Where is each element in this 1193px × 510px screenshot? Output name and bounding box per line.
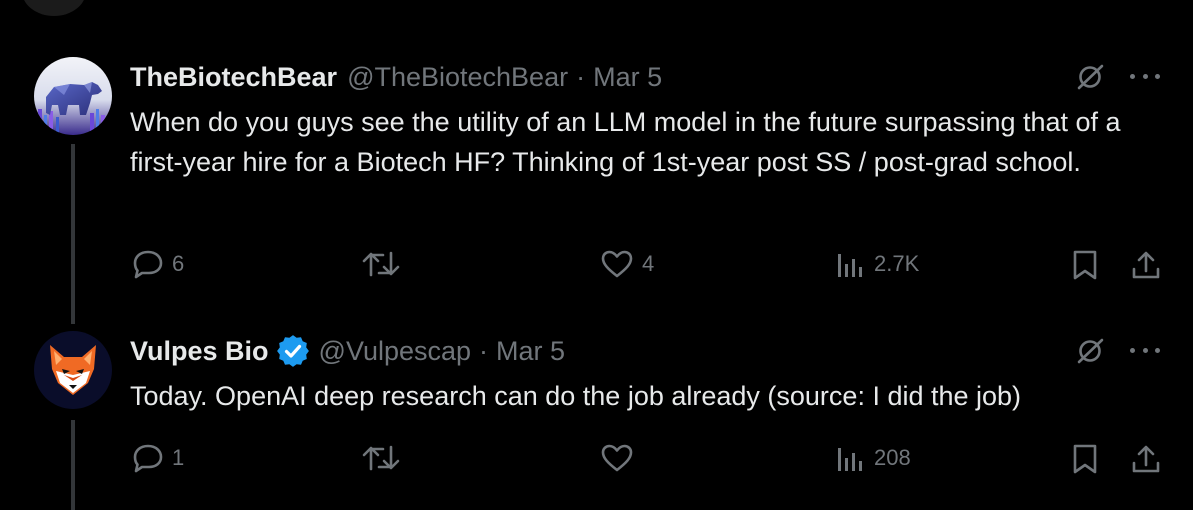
verified-badge-icon[interactable] — [276, 335, 309, 367]
separator-dot: · — [576, 62, 586, 92]
reply-icon — [133, 444, 163, 473]
timestamp-link[interactable]: Mar 5 — [593, 60, 662, 94]
tweet-header: TheBiotechBear @TheBiotechBear · Mar 5 — [130, 60, 662, 94]
thread-connector-line — [71, 144, 75, 324]
share-icon — [1132, 445, 1160, 473]
like-button[interactable] — [600, 443, 642, 473]
separator-dot: · — [479, 336, 489, 366]
reply-count: 1 — [172, 445, 185, 470]
timestamp-link[interactable]: Mar 5 — [496, 334, 565, 368]
thread-connector-line — [71, 420, 75, 510]
view-count: 2.7K — [874, 251, 920, 276]
more-options-icon[interactable] — [1128, 340, 1162, 360]
bookmark-icon — [1073, 444, 1097, 474]
bookmark-button[interactable] — [1071, 249, 1099, 281]
more-options-icon[interactable] — [1128, 66, 1162, 86]
like-count: 4 — [642, 251, 655, 276]
fox-avatar-icon — [34, 331, 112, 409]
bookmark-button[interactable] — [1071, 443, 1099, 475]
display-name[interactable]: Vulpes Bio — [130, 334, 269, 368]
like-button[interactable]: 4 — [600, 249, 654, 279]
tweet-header: Vulpes Bio @Vulpescap · Mar 5 — [130, 334, 565, 368]
repost-button[interactable] — [361, 443, 409, 473]
grok-icon[interactable] — [1075, 336, 1105, 366]
avatar-vulpes-bio[interactable] — [34, 331, 112, 409]
dot — [1142, 73, 1148, 79]
repost-icon — [362, 445, 400, 471]
dot — [1155, 347, 1160, 353]
dot — [1130, 347, 1135, 353]
dot — [1130, 73, 1135, 79]
dot — [1142, 347, 1148, 353]
reply-count: 6 — [172, 251, 185, 276]
repost-button[interactable] — [361, 249, 409, 279]
user-handle[interactable]: @TheBiotechBear — [347, 60, 568, 94]
views-button[interactable]: 2.7K — [836, 249, 919, 279]
avatar-thebiotechbear[interactable] — [34, 57, 112, 135]
share-icon — [1132, 251, 1160, 279]
display-name[interactable]: TheBiotechBear — [130, 60, 337, 94]
reply-icon — [133, 250, 163, 279]
grok-icon[interactable] — [1075, 62, 1105, 92]
user-handle[interactable]: @Vulpescap — [319, 334, 472, 368]
previous-avatar-stub — [22, 0, 86, 16]
bear-avatar-icon — [34, 57, 112, 135]
view-count: 208 — [874, 445, 911, 470]
heart-icon — [601, 250, 633, 278]
repost-icon — [362, 251, 400, 277]
views-button[interactable]: 208 — [836, 443, 911, 473]
views-chart-icon — [838, 254, 862, 277]
reply-button[interactable]: 6 — [132, 249, 184, 279]
dot — [1155, 73, 1160, 79]
bookmark-icon — [1073, 250, 1097, 280]
share-button[interactable] — [1131, 443, 1161, 475]
tweet-text: When do you guys see the utility of an L… — [130, 107, 1121, 177]
heart-icon — [601, 444, 633, 472]
views-chart-icon — [838, 448, 862, 471]
tweet-text: Today. OpenAI deep research can do the j… — [130, 381, 1022, 411]
share-button[interactable] — [1131, 249, 1161, 281]
reply-button[interactable]: 1 — [132, 443, 184, 473]
